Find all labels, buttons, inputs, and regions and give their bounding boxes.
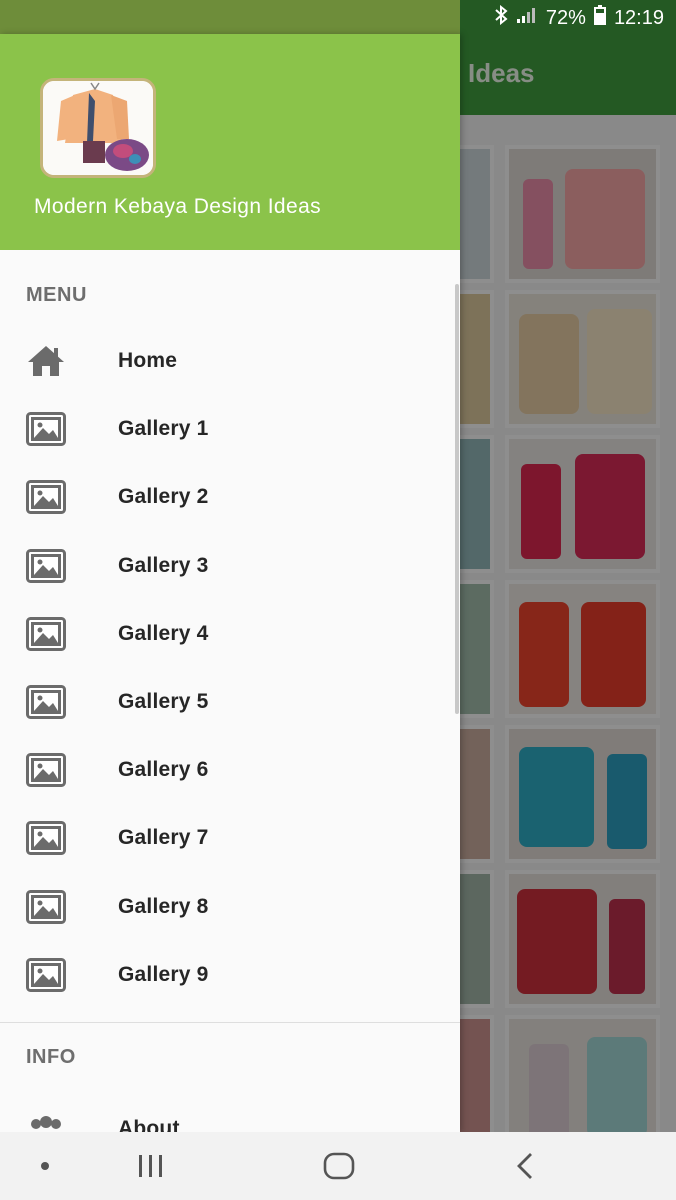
menu-item-gallery-6[interactable]: Gallery 6 xyxy=(0,739,460,803)
signal-icon xyxy=(516,6,538,30)
battery-icon xyxy=(593,5,606,31)
menu-item-label: Gallery 2 xyxy=(118,485,209,508)
menu-item-label: Gallery 3 xyxy=(118,554,209,577)
menu-item-gallery-1[interactable]: Gallery 1 xyxy=(0,398,460,462)
menu-item-label: Gallery 5 xyxy=(118,690,209,713)
bluetooth-icon xyxy=(494,4,508,31)
home-icon xyxy=(26,344,66,378)
battery-percentage: 72% xyxy=(545,6,586,29)
menu-item-about[interactable]: About xyxy=(0,1098,460,1132)
image-icon xyxy=(26,685,66,719)
menu-item-label: Gallery 1 xyxy=(118,417,209,440)
menu-section-label: MENU xyxy=(26,284,87,306)
image-icon xyxy=(26,412,66,446)
menu-divider xyxy=(0,1022,460,1023)
menu-item-label: Gallery 6 xyxy=(118,758,209,781)
people-icon xyxy=(26,1112,66,1132)
image-icon xyxy=(26,958,66,992)
recent-apps-button[interactable] xyxy=(106,1132,196,1200)
menu-item-gallery-8[interactable]: Gallery 8 xyxy=(0,876,460,940)
navigation-drawer: Modern Kebaya Design Ideas MENU Home Gall… xyxy=(0,34,460,1132)
home-button[interactable] xyxy=(294,1132,384,1200)
app-name: Modern Kebaya Design Ideas xyxy=(34,195,322,218)
image-icon xyxy=(26,753,66,787)
back-button[interactable] xyxy=(480,1132,570,1200)
menu-item-label: Gallery 7 xyxy=(118,826,209,849)
drawer-scrollbar[interactable] xyxy=(455,284,459,714)
image-icon xyxy=(26,549,66,583)
menu-item-label: Gallery 4 xyxy=(118,622,209,645)
image-icon xyxy=(26,890,66,924)
menu-item-label: Gallery 9 xyxy=(118,963,209,986)
menu-item-gallery-5[interactable]: Gallery 5 xyxy=(0,671,460,735)
menu-item-label: Gallery 8 xyxy=(118,895,209,918)
menu-item-home[interactable]: Home xyxy=(0,330,460,394)
system-navigation-bar xyxy=(0,1132,676,1200)
image-icon xyxy=(26,480,66,514)
info-section-label: INFO xyxy=(26,1046,76,1068)
app-logo xyxy=(40,78,156,178)
image-icon xyxy=(26,617,66,651)
image-icon xyxy=(26,821,66,855)
menu-item-gallery-4[interactable]: Gallery 4 xyxy=(0,603,460,667)
drawer-header: Modern Kebaya Design Ideas xyxy=(0,34,460,250)
menu-item-gallery-3[interactable]: Gallery 3 xyxy=(0,535,460,599)
status-bar: 72% 12:19 xyxy=(0,0,676,34)
clock: 12:19 xyxy=(613,6,664,29)
dot-indicator-button[interactable] xyxy=(0,1132,90,1200)
menu-item-label: About xyxy=(118,1117,180,1132)
menu-item-gallery-7[interactable]: Gallery 7 xyxy=(0,807,460,871)
menu-item-gallery-2[interactable]: Gallery 2 xyxy=(0,466,460,530)
menu-item-label: Home xyxy=(118,349,178,372)
menu-item-gallery-9[interactable]: Gallery 9 xyxy=(0,944,460,1008)
